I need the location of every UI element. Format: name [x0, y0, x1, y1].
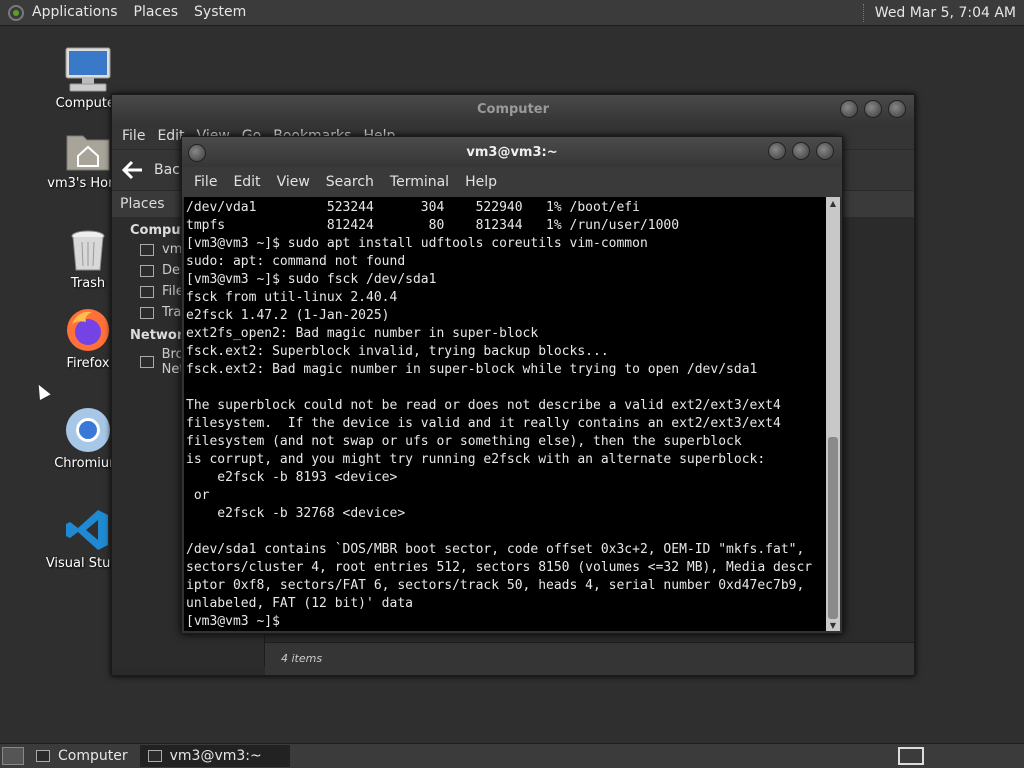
window-title: vm3@vm3:~ [466, 144, 558, 160]
back-arrow-icon [122, 160, 142, 180]
scroll-thumb[interactable] [828, 437, 838, 619]
home-icon [140, 243, 154, 256]
clock-area: Wed Mar 5, 7:04 AM [862, 3, 1024, 22]
top-panel: Applications Places System Wed Mar 5, 7:… [0, 0, 1024, 26]
terminal-window[interactable]: vm3@vm3:~ File Edit View Search Terminal… [181, 136, 843, 634]
firefox-icon [64, 306, 112, 354]
desktop-icon [140, 264, 154, 277]
task-terminal[interactable]: vm3@vm3:~ [139, 745, 290, 767]
menu-system[interactable]: System [186, 0, 254, 25]
window-buttons [762, 142, 834, 160]
term-menu-search[interactable]: Search [318, 174, 382, 190]
window-menu-button[interactable] [188, 144, 206, 162]
close-button[interactable] [888, 100, 906, 118]
maximize-button[interactable] [864, 100, 882, 118]
back-button[interactable]: Back [122, 160, 188, 180]
task-label: vm3@vm3:~ [169, 748, 262, 764]
status-bar: 4 items [265, 642, 914, 675]
file-manager-titlebar[interactable]: Computer [112, 95, 914, 123]
terminal-menubar: File Edit View Search Terminal Help [182, 167, 842, 197]
computer-icon [64, 46, 112, 94]
show-desktop-icon[interactable] [2, 747, 24, 765]
window-title: Computer [476, 101, 550, 117]
close-button[interactable] [816, 142, 834, 160]
mouse-cursor-icon [33, 382, 51, 400]
minimize-button[interactable] [768, 142, 786, 160]
drive-icon [140, 285, 154, 298]
menu-places[interactable]: Places [126, 0, 187, 25]
chromium-icon [64, 406, 112, 454]
minimize-button[interactable] [840, 100, 858, 118]
home-folder-icon [64, 126, 112, 174]
terminal-output[interactable]: /dev/vda1 523244 304 522940 1% /boot/efi… [184, 197, 826, 631]
terminal-small-icon [147, 750, 162, 762]
scroll-up-arrow-icon[interactable]: ▲ [826, 197, 840, 209]
menu-applications[interactable]: Applications [24, 0, 126, 25]
terminal-text: /dev/vda1 523244 304 522940 1% /boot/efi… [186, 200, 813, 629]
term-menu-edit[interactable]: Edit [225, 174, 268, 190]
computer-small-icon [36, 750, 50, 762]
vscode-icon [64, 506, 112, 554]
trash-icon [64, 226, 112, 274]
task-label: Computer [58, 748, 128, 764]
term-menu-file[interactable]: File [186, 174, 225, 190]
maximize-button[interactable] [792, 142, 810, 160]
panel-separator [862, 3, 867, 22]
bottom-panel: Computer vm3@vm3:~ [0, 743, 1024, 768]
scroll-down-arrow-icon[interactable]: ▼ [826, 619, 840, 631]
term-menu-help[interactable]: Help [457, 174, 505, 190]
window-buttons [834, 100, 906, 118]
applications-logo-icon[interactable] [8, 4, 24, 21]
fm-menu-file[interactable]: File [116, 128, 151, 144]
terminal-scrollbar[interactable]: ▲ ▼ [826, 197, 840, 631]
workspace-switcher[interactable] [898, 747, 924, 765]
term-menu-view[interactable]: View [269, 174, 318, 190]
clock[interactable]: Wed Mar 5, 7:04 AM [875, 5, 1016, 21]
trash-small-icon [140, 306, 154, 319]
network-icon [140, 356, 154, 368]
task-computer[interactable]: Computer [28, 745, 136, 767]
terminal-titlebar[interactable]: vm3@vm3:~ [182, 137, 842, 167]
term-menu-terminal[interactable]: Terminal [382, 174, 457, 190]
